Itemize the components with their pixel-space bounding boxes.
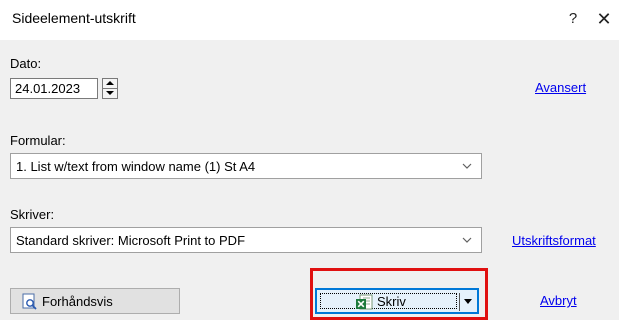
- print-button[interactable]: Skriv: [315, 288, 479, 314]
- help-button[interactable]: ?: [558, 6, 588, 32]
- date-input[interactable]: 24.01.2023: [10, 78, 98, 99]
- printer-select-value: Standard skriver: Microsoft Print to PDF: [16, 233, 246, 248]
- dropdown-arrow-icon[interactable]: [464, 299, 472, 304]
- excel-icon: [356, 294, 373, 310]
- advanced-link[interactable]: Avansert: [535, 80, 586, 95]
- title-bar: Sideelement-utskrift ? ✕: [0, 0, 619, 40]
- magnifier-page-icon: [22, 293, 37, 310]
- form-select-value: 1. List w/text from window name (1) St A…: [16, 159, 256, 174]
- arrow-down-icon: [106, 91, 114, 95]
- form-label: Formular:: [10, 133, 66, 148]
- window-title: Sideelement-utskrift: [12, 10, 136, 26]
- preview-button-label: Forhåndsvis: [42, 294, 113, 309]
- cancel-link[interactable]: Avbryt: [540, 293, 577, 308]
- preview-button[interactable]: Forhåndsvis: [10, 288, 180, 314]
- chevron-down-icon: [462, 237, 472, 243]
- print-button-label: Skriv: [377, 294, 406, 309]
- spin-up-button[interactable]: [103, 79, 117, 89]
- form-select[interactable]: 1. List w/text from window name (1) St A…: [10, 153, 482, 179]
- print-format-link[interactable]: Utskriftsformat: [512, 233, 596, 248]
- split-divider: [459, 293, 460, 311]
- printer-select[interactable]: Standard skriver: Microsoft Print to PDF: [10, 227, 482, 253]
- spin-down-button[interactable]: [103, 89, 117, 98]
- date-label: Dato:: [10, 56, 42, 71]
- printer-label: Skriver:: [10, 207, 55, 222]
- chevron-down-icon: [462, 163, 472, 169]
- date-spinner[interactable]: [102, 78, 118, 99]
- close-button[interactable]: ✕: [589, 6, 619, 32]
- arrow-up-icon: [106, 81, 114, 85]
